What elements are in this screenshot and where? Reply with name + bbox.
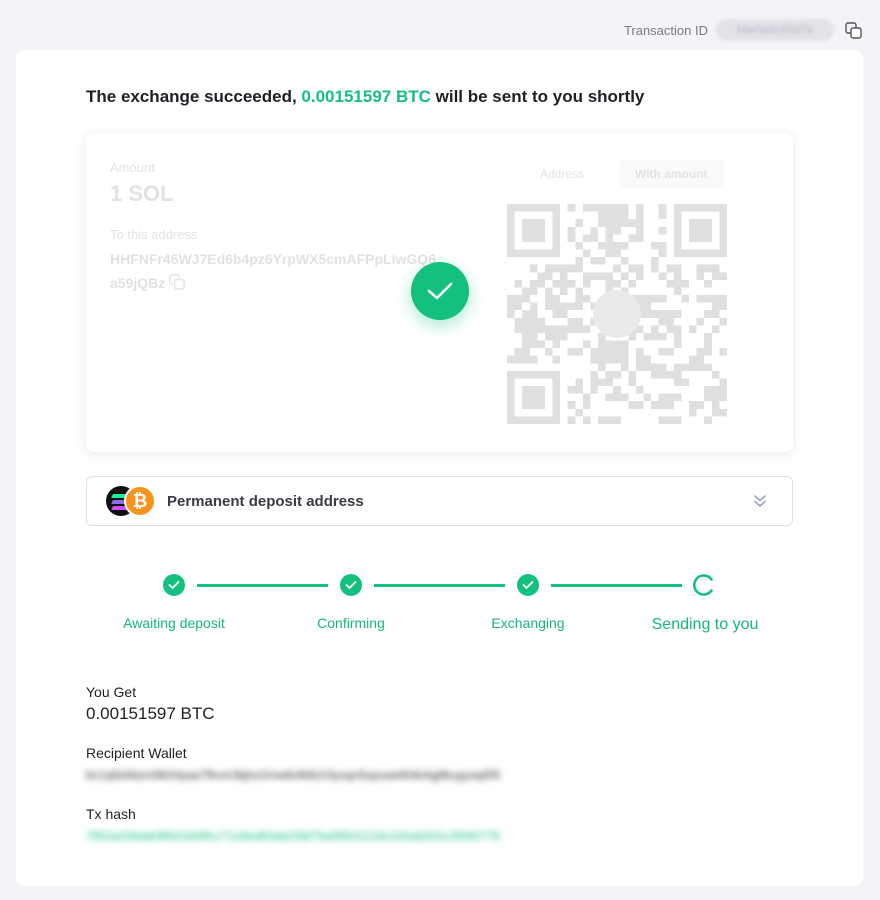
- headline-amount: 0.00151597 BTC: [301, 87, 431, 106]
- step-label-awaiting-deposit: Awaiting deposit: [123, 615, 225, 631]
- recipient-wallet-value: bc1q5d4dzn0lk0rlpaa7fkvm3kjhx2mw8vfk8ch3…: [86, 768, 501, 782]
- tx-hash-link[interactable]: 7f92ae04dab9f6d1b69fcc71a9ed63ab20bf7ba6…: [86, 829, 500, 843]
- step-connector: [551, 584, 682, 587]
- step-done-check-icon: [517, 574, 539, 596]
- deposit-address: HHFNFr46WJ7Ed6b4pz6YrpWX5cmAFPpLiwGQ6a59…: [110, 247, 440, 295]
- copy-icon[interactable]: [844, 21, 862, 39]
- deposit-address-text: HHFNFr46WJ7Ed6b4pz6YrpWX5cmAFPpLiwGQ6a59…: [110, 251, 436, 291]
- progress-stepper: Awaiting deposit Confirming Exchanging S…: [16, 570, 863, 640]
- tab-address: Address: [540, 167, 585, 181]
- amount-value: 1 SOL: [110, 181, 174, 206]
- headline-suffix: will be sent to you shortly: [430, 87, 645, 106]
- permanent-deposit-address-toggle[interactable]: ₿ Permanent deposit address: [86, 476, 793, 526]
- bitcoin-icon: ₿: [124, 485, 156, 517]
- step-connector: [197, 584, 328, 587]
- coin-pair-icons: ₿: [106, 484, 156, 518]
- deposit-panel: Amount 1 SOL To this address HHFNFr46WJ7…: [86, 133, 793, 452]
- address-label: To this address: [110, 227, 198, 242]
- headline-prefix: The exchange succeeded,: [86, 87, 302, 106]
- status-headline: The exchange succeeded, 0.00151597 BTC w…: [86, 87, 644, 107]
- copy-address-icon: [169, 274, 185, 290]
- tx-hash-label: Tx hash: [86, 806, 136, 822]
- exchange-status-card: The exchange succeeded, 0.00151597 BTC w…: [16, 50, 863, 886]
- recipient-wallet-label: Recipient Wallet: [86, 745, 187, 761]
- transaction-id-label: Transaction ID: [623, 22, 708, 38]
- step-done-check-icon: [340, 574, 362, 596]
- loading-spinner-icon: [693, 574, 713, 596]
- you-get-label: You Get: [86, 684, 137, 700]
- you-get-value: 0.00151597 BTC: [86, 704, 215, 723]
- step-done-check-icon: [163, 574, 185, 596]
- transaction-id-bar: Transaction ID b8e0a9c1f2d7a: [624, 18, 862, 42]
- step-connector: [374, 584, 505, 587]
- solana-qr-logo: [593, 290, 641, 338]
- tab-with-amount: With amount: [619, 160, 724, 188]
- amount-label: Amount: [110, 160, 155, 175]
- step-label-exchanging: Exchanging: [491, 615, 565, 631]
- transaction-id-value: b8e0a9c1f2d7a: [716, 19, 834, 41]
- permanent-deposit-label: Permanent deposit address: [167, 492, 364, 510]
- step-label-sending-to-you: Sending to you: [651, 616, 759, 633]
- step-label-confirming: Confirming: [317, 615, 385, 631]
- check-icon: [411, 262, 469, 320]
- double-chevron-down-icon: [754, 495, 766, 507]
